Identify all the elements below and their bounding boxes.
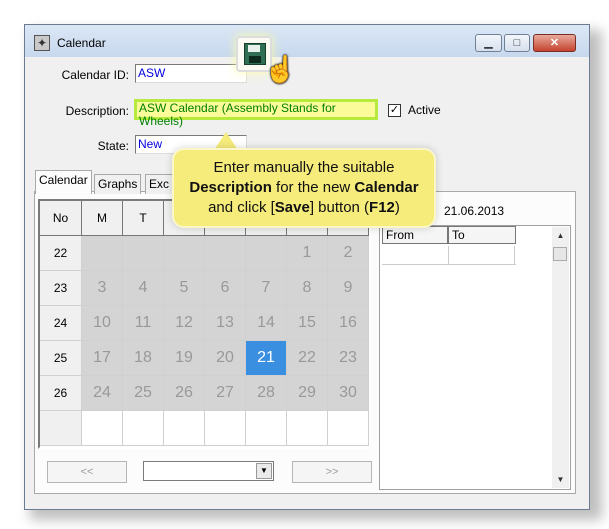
calendar-id-label: Calendar ID: — [61, 68, 129, 82]
calendar-day[interactable]: 7 — [246, 271, 287, 306]
calendar-day[interactable]: 1 — [287, 236, 328, 271]
window-title: Calendar — [57, 36, 106, 50]
calendar-day[interactable]: 14 — [246, 306, 287, 341]
callout-line-1: Enter manually the suitable — [213, 159, 395, 176]
column-to[interactable]: To — [448, 226, 516, 244]
calendar-day[interactable]: 5 — [164, 271, 205, 306]
calendar-day — [82, 411, 123, 446]
week-number: 25 — [40, 341, 82, 376]
calendar-day[interactable]: 19 — [164, 341, 205, 376]
state-label: State: — [97, 139, 129, 153]
calendar-day[interactable]: 4 — [123, 271, 164, 306]
calendar-day[interactable]: 26 — [164, 376, 205, 411]
calendar-day[interactable]: 18 — [123, 341, 164, 376]
hand-pointer-icon: ☝ — [264, 54, 297, 84]
vertical-scrollbar[interactable]: ▲ ▼ — [552, 227, 569, 488]
month-calendar: NoMTWTFSS2212233456789241011121314151625… — [38, 199, 371, 449]
calendar-day — [205, 411, 246, 446]
next-month-button[interactable]: >> — [292, 461, 372, 483]
calendar-day[interactable]: 22 — [287, 341, 328, 376]
calendar-day — [328, 411, 369, 446]
calendar-day — [82, 236, 123, 271]
calendar-day — [205, 236, 246, 271]
week-number — [40, 411, 82, 446]
calendar-day[interactable]: 10 — [82, 306, 123, 341]
column-from[interactable]: From — [382, 226, 448, 244]
title-bar[interactable]: ✦ Calendar ▁ □ ✕ — [25, 25, 589, 57]
description-input[interactable]: ASW Calendar (Assembly Stands for Wheels… — [134, 99, 378, 128]
calendar-day — [164, 236, 205, 271]
maximize-button[interactable]: □ — [504, 34, 530, 52]
week-number: 23 — [40, 271, 82, 306]
calendar-grid: NoMTWTFSS2212233456789241011121314151625… — [40, 201, 369, 446]
calendar-day[interactable]: 23 — [328, 341, 369, 376]
time-ranges-list[interactable]: From To ▲ ▼ — [379, 225, 571, 490]
calendar-day — [287, 411, 328, 446]
weekday-header: M — [82, 201, 123, 236]
scroll-up-icon[interactable]: ▲ — [552, 227, 569, 244]
calendar-day[interactable]: 11 — [123, 306, 164, 341]
tab-calendar[interactable]: Calendar — [35, 170, 92, 194]
scroll-thumb[interactable] — [553, 247, 567, 261]
floppy-disk-icon — [244, 43, 266, 65]
calendar-day[interactable]: 21 — [246, 341, 287, 376]
calendar-day[interactable]: 20 — [205, 341, 246, 376]
callout-line-2: Description for the new Calendar — [189, 179, 419, 196]
week-number: 22 — [40, 236, 82, 271]
calendar-day[interactable]: 27 — [205, 376, 246, 411]
calendar-day[interactable]: 6 — [205, 271, 246, 306]
calendar-day[interactable]: 9 — [328, 271, 369, 306]
calendar-day — [123, 411, 164, 446]
description-label: Description: — [65, 104, 129, 118]
calendar-day[interactable]: 24 — [82, 376, 123, 411]
close-icon: ✕ — [549, 37, 560, 49]
maximize-icon: □ — [513, 37, 521, 49]
calendar-day[interactable]: 3 — [82, 271, 123, 306]
active-checkbox[interactable]: ✓ — [388, 104, 401, 117]
calendar-day — [246, 411, 287, 446]
close-button[interactable]: ✕ — [533, 34, 576, 52]
minimize-icon: ▁ — [484, 37, 493, 49]
calendar-day — [164, 411, 205, 446]
tab-graphs[interactable]: Graphs — [94, 174, 142, 194]
calendar-day[interactable]: 15 — [287, 306, 328, 341]
week-number-header: No — [40, 201, 82, 236]
weekday-header: T — [123, 201, 164, 236]
instruction-callout: Enter manually the suitable Description … — [172, 148, 436, 228]
prev-month-button[interactable]: << — [47, 461, 127, 483]
scroll-down-icon[interactable]: ▼ — [552, 471, 569, 488]
calendar-day[interactable]: 25 — [123, 376, 164, 411]
calendar-day[interactable]: 8 — [287, 271, 328, 306]
dropdown-arrow-icon[interactable]: ▼ — [256, 463, 272, 479]
calendar-day — [123, 236, 164, 271]
calendar-day[interactable]: 13 — [205, 306, 246, 341]
active-label: Active — [408, 103, 441, 117]
calendar-day[interactable]: 28 — [246, 376, 287, 411]
calendar-day — [246, 236, 287, 271]
tab-exceptions[interactable]: Exc — [145, 174, 173, 194]
calendar-day[interactable]: 2 — [328, 236, 369, 271]
calendar-app-icon: ✦ — [34, 35, 50, 51]
list-item[interactable] — [382, 246, 516, 265]
week-number: 26 — [40, 376, 82, 411]
calendar-day[interactable]: 30 — [328, 376, 369, 411]
calendar-day[interactable]: 17 — [82, 341, 123, 376]
selected-date: 21.06.2013 — [444, 204, 505, 218]
week-number: 24 — [40, 306, 82, 341]
calendar-day[interactable]: 29 — [287, 376, 328, 411]
calendar-id-input[interactable]: ASW — [135, 64, 247, 83]
callout-line-3: and click [Save] button (F12) — [208, 199, 400, 216]
month-combo[interactable]: ▼ — [143, 461, 274, 481]
calendar-day[interactable]: 16 — [328, 306, 369, 341]
minimize-button[interactable]: ▁ — [475, 34, 502, 52]
calendar-day[interactable]: 12 — [164, 306, 205, 341]
